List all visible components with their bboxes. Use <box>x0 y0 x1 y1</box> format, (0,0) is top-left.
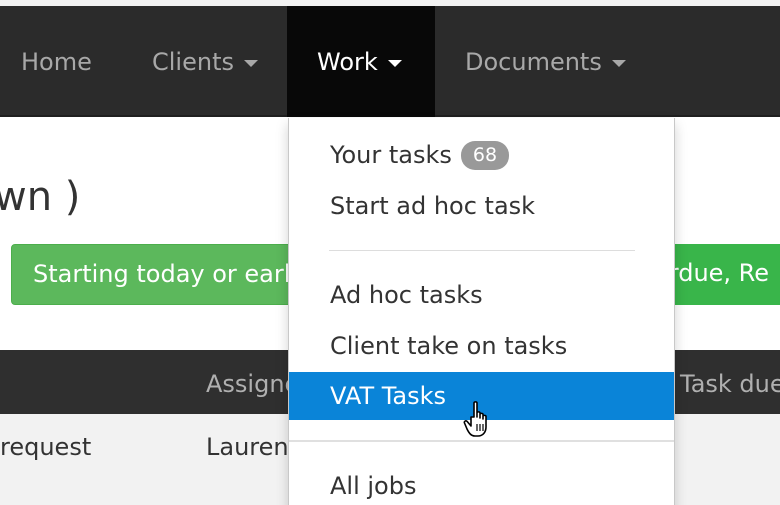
table-cell-assignee: Lauren <box>206 433 289 461</box>
menu-item-start-ad-hoc-task-label: Start ad hoc task <box>330 192 536 220</box>
menu-item-start-ad-hoc-task[interactable]: Start ad hoc task <box>289 182 674 230</box>
nav-documents-label: Documents <box>465 47 602 76</box>
menu-item-vat-tasks-label: VAT Tasks <box>330 382 447 410</box>
menu-item-all-jobs[interactable]: All jobs <box>289 462 674 505</box>
filter-starting-today-label: Starting today or earl <box>33 260 291 288</box>
menu-item-your-tasks-label: Your tasks <box>330 141 452 169</box>
nav-work-label: Work <box>317 47 378 76</box>
nav-documents[interactable]: Documents <box>465 6 626 117</box>
task-count-badge: 68 <box>460 140 510 170</box>
menu-item-ad-hoc-tasks[interactable]: Ad hoc tasks <box>289 271 674 319</box>
menu-item-client-take-on-tasks-label: Client take on tasks <box>330 332 568 360</box>
nav-work[interactable]: Work <box>287 6 435 117</box>
work-dropdown-menu: Your tasks 68 Start ad hoc task Ad hoc t… <box>288 118 675 505</box>
nav-clients-label: Clients <box>152 47 234 76</box>
column-header-task-due[interactable]: Task due <box>680 370 780 398</box>
caret-down-icon <box>611 59 626 67</box>
column-header-assignee[interactable]: Assigne <box>206 370 299 398</box>
nav-home-label: Home <box>21 47 92 76</box>
navbar: Home Clients Work Documents <box>0 6 780 117</box>
menu-item-ad-hoc-tasks-label: Ad hoc tasks <box>330 281 483 309</box>
table-cell-task: request <box>0 433 92 461</box>
menu-divider <box>289 440 674 442</box>
caret-down-icon <box>387 59 402 67</box>
filter-starting-today-button[interactable]: Starting today or earl <box>11 244 311 305</box>
hand-pointer-icon <box>463 401 487 437</box>
menu-divider <box>329 250 635 251</box>
nav-clients[interactable]: Clients <box>152 6 258 117</box>
caret-down-icon <box>243 59 258 67</box>
page-title: wn ) <box>0 174 81 220</box>
menu-item-your-tasks[interactable]: Your tasks 68 <box>289 131 674 179</box>
nav-home[interactable]: Home <box>21 6 92 117</box>
menu-item-client-take-on-tasks[interactable]: Client take on tasks <box>289 322 674 370</box>
menu-item-all-jobs-label: All jobs <box>330 472 417 500</box>
